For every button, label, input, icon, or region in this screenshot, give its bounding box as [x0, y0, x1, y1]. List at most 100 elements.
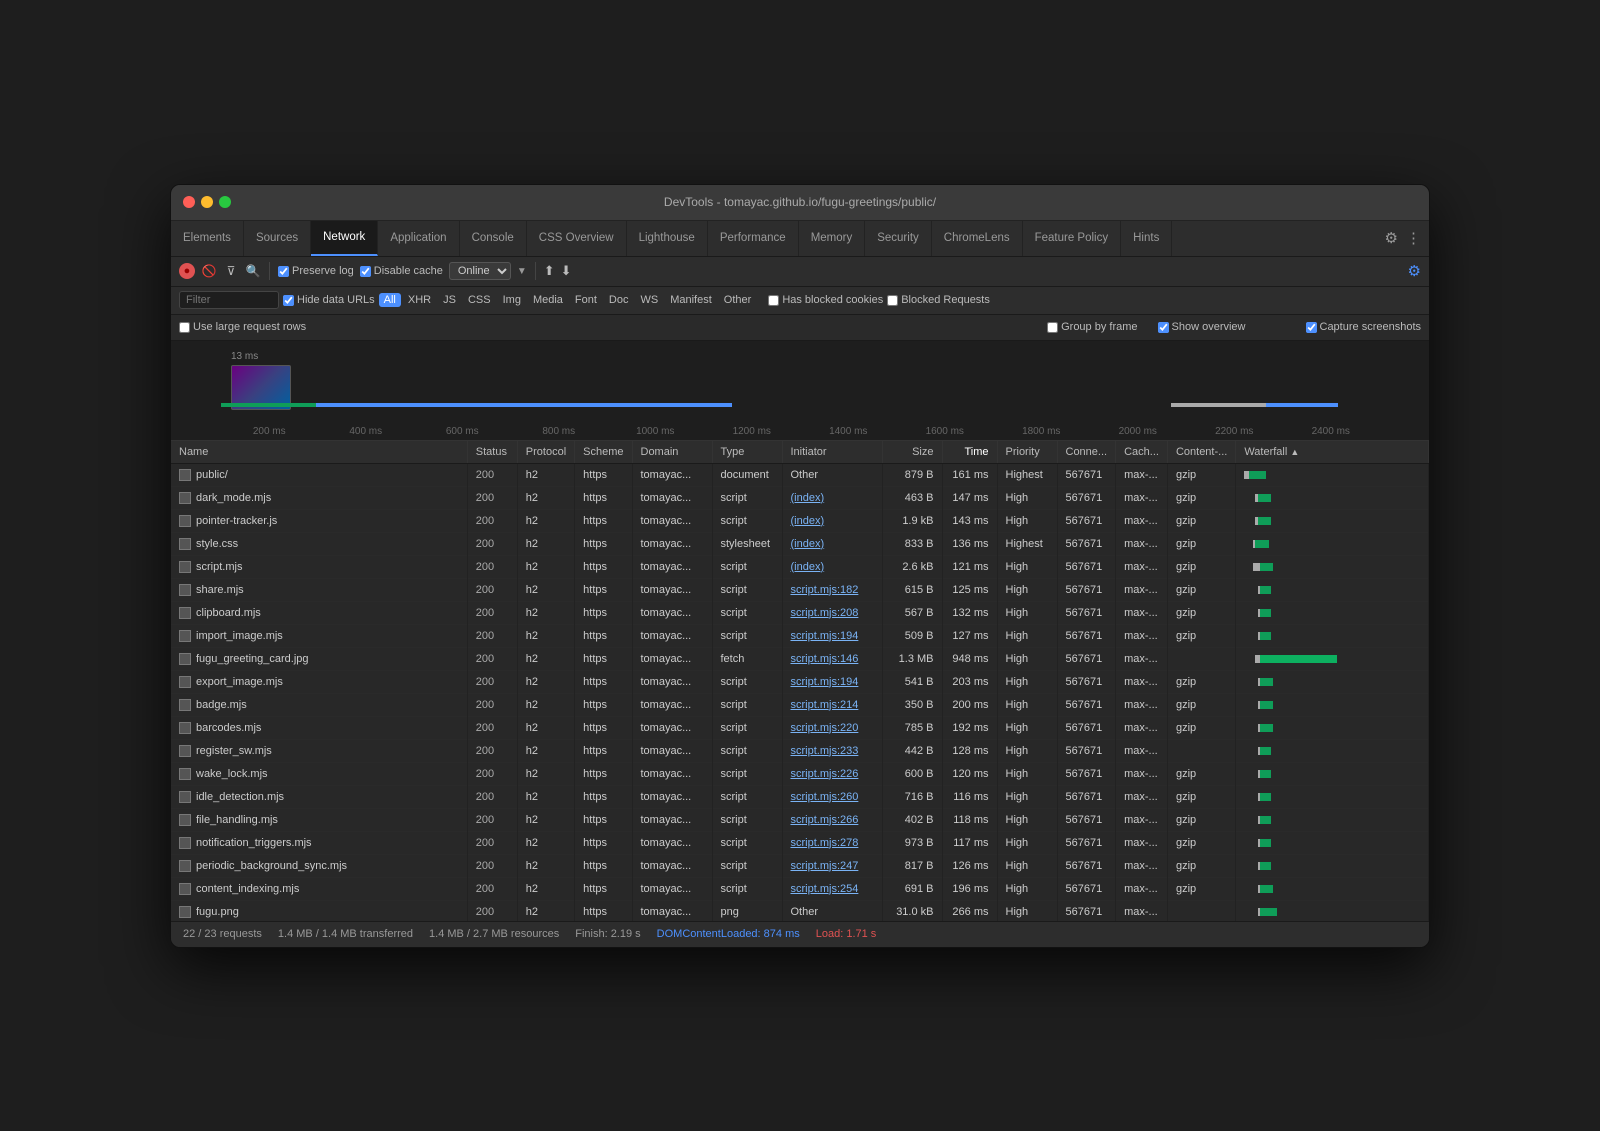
- col-initiator[interactable]: Initiator: [782, 441, 882, 464]
- table-row[interactable]: pointer-tracker.js200h2httpstomayac...sc…: [171, 509, 1429, 532]
- table-row[interactable]: file_handling.mjs200h2httpstomayac...scr…: [171, 808, 1429, 831]
- filter-type-ws[interactable]: WS: [635, 293, 663, 307]
- cell-initiator[interactable]: (index): [782, 532, 882, 555]
- table-row[interactable]: import_image.mjs200h2httpstomayac...scri…: [171, 624, 1429, 647]
- table-row[interactable]: fugu_greeting_card.jpg200h2httpstomayac.…: [171, 647, 1429, 670]
- settings-gear[interactable]: ⚙: [1408, 262, 1421, 280]
- hide-data-urls-checkbox[interactable]: [283, 295, 294, 306]
- table-row[interactable]: public/200h2httpstomayac...documentOther…: [171, 463, 1429, 486]
- group-by-frame-label[interactable]: Group by frame: [1047, 321, 1137, 333]
- table-row[interactable]: clipboard.mjs200h2httpstomayac...scripts…: [171, 601, 1429, 624]
- col-type[interactable]: Type: [712, 441, 782, 464]
- show-overview-label[interactable]: Show overview: [1158, 321, 1246, 333]
- cell-initiator[interactable]: (index): [782, 486, 882, 509]
- tab-security[interactable]: Security: [865, 221, 932, 256]
- preserve-log-checkbox[interactable]: [278, 266, 289, 277]
- filter-type-doc[interactable]: Doc: [604, 293, 634, 307]
- cell-initiator[interactable]: script.mjs:182: [782, 578, 882, 601]
- filter-type-media[interactable]: Media: [528, 293, 568, 307]
- preserve-log-label[interactable]: Preserve log: [278, 265, 354, 277]
- hide-data-urls-label[interactable]: Hide data URLs: [283, 294, 375, 306]
- col-content[interactable]: Content-...: [1167, 441, 1235, 464]
- filter-type-font[interactable]: Font: [570, 293, 602, 307]
- col-connection[interactable]: Conne...: [1057, 441, 1116, 464]
- tab-lighthouse[interactable]: Lighthouse: [627, 221, 708, 256]
- cell-initiator[interactable]: script.mjs:214: [782, 693, 882, 716]
- col-priority[interactable]: Priority: [997, 441, 1057, 464]
- table-row[interactable]: export_image.mjs200h2httpstomayac...scri…: [171, 670, 1429, 693]
- tab-network[interactable]: Network: [311, 221, 378, 256]
- cell-initiator[interactable]: script.mjs:146: [782, 647, 882, 670]
- cell-initiator[interactable]: script.mjs:254: [782, 877, 882, 900]
- col-name[interactable]: Name: [171, 441, 467, 464]
- tab-application[interactable]: Application: [378, 221, 459, 256]
- table-row[interactable]: periodic_background_sync.mjs200h2httpsto…: [171, 854, 1429, 877]
- has-blocked-cookies-checkbox[interactable]: [768, 295, 779, 306]
- table-row[interactable]: wake_lock.mjs200h2httpstomayac...scripts…: [171, 762, 1429, 785]
- table-row[interactable]: idle_detection.mjs200h2httpstomayac...sc…: [171, 785, 1429, 808]
- blocked-requests-checkbox[interactable]: [887, 295, 898, 306]
- clear-button[interactable]: 🚫: [201, 263, 217, 279]
- table-row[interactable]: dark_mode.mjs200h2httpstomayac...script(…: [171, 486, 1429, 509]
- cell-initiator[interactable]: script.mjs:260: [782, 785, 882, 808]
- col-size[interactable]: Size: [882, 441, 942, 464]
- table-row[interactable]: badge.mjs200h2httpstomayac...scriptscrip…: [171, 693, 1429, 716]
- settings-icon[interactable]: ⚙: [1385, 229, 1398, 247]
- requests-table-container[interactable]: Name Status Protocol Scheme Domain Type …: [171, 441, 1429, 921]
- tab-performance[interactable]: Performance: [708, 221, 799, 256]
- tab-hints[interactable]: Hints: [1121, 221, 1172, 256]
- tab-chromelens[interactable]: ChromeLens: [932, 221, 1023, 256]
- filter-input[interactable]: [179, 291, 279, 309]
- use-large-rows-checkbox[interactable]: [179, 322, 190, 333]
- cell-initiator[interactable]: script.mjs:278: [782, 831, 882, 854]
- tab-css-overview[interactable]: CSS Overview: [527, 221, 627, 256]
- filter-type-manifest[interactable]: Manifest: [665, 293, 717, 307]
- export-icon[interactable]: ⬇: [561, 263, 572, 279]
- filter-type-xhr[interactable]: XHR: [403, 293, 436, 307]
- table-row[interactable]: register_sw.mjs200h2httpstomayac...scrip…: [171, 739, 1429, 762]
- blocked-requests-label[interactable]: Blocked Requests: [887, 294, 990, 306]
- filter-type-img[interactable]: Img: [498, 293, 526, 307]
- table-row[interactable]: share.mjs200h2httpstomayac...scriptscrip…: [171, 578, 1429, 601]
- tab-console[interactable]: Console: [460, 221, 527, 256]
- cell-initiator[interactable]: script.mjs:266: [782, 808, 882, 831]
- cell-initiator[interactable]: script.mjs:220: [782, 716, 882, 739]
- cell-initiator[interactable]: script.mjs:226: [782, 762, 882, 785]
- filter-type-css[interactable]: CSS: [463, 293, 496, 307]
- filter-type-all[interactable]: All: [379, 293, 401, 307]
- cell-initiator[interactable]: script.mjs:194: [782, 670, 882, 693]
- table-row[interactable]: content_indexing.mjs200h2httpstomayac...…: [171, 877, 1429, 900]
- col-domain[interactable]: Domain: [632, 441, 712, 464]
- capture-screenshots-checkbox[interactable]: [1306, 322, 1317, 333]
- col-scheme[interactable]: Scheme: [575, 441, 632, 464]
- table-row[interactable]: script.mjs200h2httpstomayac...script(ind…: [171, 555, 1429, 578]
- table-row[interactable]: barcodes.mjs200h2httpstomayac...scriptsc…: [171, 716, 1429, 739]
- col-protocol[interactable]: Protocol: [517, 441, 574, 464]
- has-blocked-cookies-label[interactable]: Has blocked cookies: [768, 294, 883, 306]
- minimize-button[interactable]: [201, 196, 213, 208]
- col-cache[interactable]: Cach...: [1116, 441, 1168, 464]
- capture-screenshots-label[interactable]: Capture screenshots: [1306, 321, 1422, 333]
- disable-cache-checkbox[interactable]: [360, 266, 371, 277]
- use-large-rows-label[interactable]: Use large request rows: [179, 321, 306, 333]
- tab-elements[interactable]: Elements: [171, 221, 244, 256]
- col-status[interactable]: Status: [467, 441, 517, 464]
- show-overview-checkbox[interactable]: [1158, 322, 1169, 333]
- cell-initiator[interactable]: script.mjs:233: [782, 739, 882, 762]
- tab-memory[interactable]: Memory: [799, 221, 866, 256]
- tab-feature-policy[interactable]: Feature Policy: [1023, 221, 1122, 256]
- table-row[interactable]: notification_triggers.mjs200h2httpstomay…: [171, 831, 1429, 854]
- tab-sources[interactable]: Sources: [244, 221, 311, 256]
- filter-type-other[interactable]: Other: [719, 293, 757, 307]
- search-button[interactable]: 🔍: [245, 263, 261, 279]
- filter-icon[interactable]: ⊽: [223, 263, 239, 279]
- maximize-button[interactable]: [219, 196, 231, 208]
- group-by-frame-checkbox[interactable]: [1047, 322, 1058, 333]
- filter-type-js[interactable]: JS: [438, 293, 461, 307]
- disable-cache-label[interactable]: Disable cache: [360, 265, 443, 277]
- col-time[interactable]: Time: [942, 441, 997, 464]
- cell-initiator[interactable]: (index): [782, 555, 882, 578]
- stop-recording-button[interactable]: ●: [179, 263, 195, 279]
- table-row[interactable]: fugu.png200h2httpstomayac...pngOther31.0…: [171, 900, 1429, 921]
- close-button[interactable]: [183, 196, 195, 208]
